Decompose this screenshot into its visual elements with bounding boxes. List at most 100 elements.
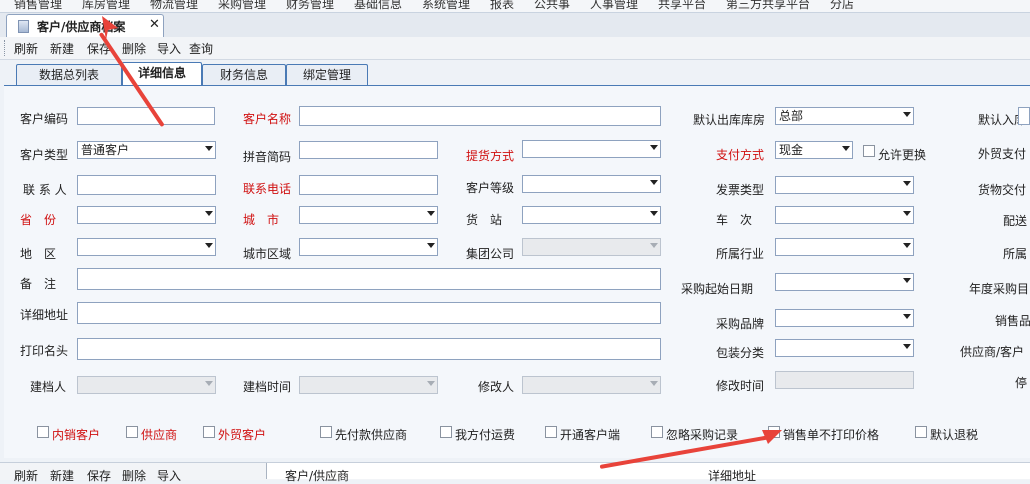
menu-item-purchase[interactable]: 采购管理 bbox=[218, 0, 266, 12]
open-client-checkbox[interactable] bbox=[545, 426, 557, 438]
customer-code-input[interactable] bbox=[77, 107, 215, 125]
customer-type-select[interactable]: 普通客户 bbox=[77, 141, 216, 159]
remark-label: 备 注 bbox=[20, 277, 57, 291]
owned-label: 所属 bbox=[1003, 247, 1028, 261]
supplier-customer-label: 供应商/客户 bbox=[960, 345, 1025, 359]
foreign-customer-checkbox[interactable] bbox=[203, 426, 215, 438]
menu-item-system[interactable]: 系统管理 bbox=[422, 0, 470, 12]
default-tax-refund-label: 默认退税 bbox=[930, 428, 979, 442]
stop-label: 停 bbox=[1015, 376, 1028, 390]
chevron-down-icon bbox=[903, 344, 911, 349]
modify-time-input bbox=[775, 371, 914, 389]
customer-type-label: 客户类型 bbox=[20, 148, 69, 162]
menu-item-logistics[interactable]: 物流管理 bbox=[150, 0, 198, 12]
delete-button[interactable]: 删除 bbox=[122, 40, 146, 57]
menu-item-third-party[interactable]: 第三方共享平台 bbox=[726, 0, 810, 12]
package-class-select[interactable] bbox=[775, 339, 914, 357]
pinyin-input[interactable] bbox=[299, 141, 438, 159]
station-select[interactable] bbox=[522, 206, 661, 224]
toolbar bbox=[0, 37, 1030, 60]
query-button[interactable]: 查询 bbox=[189, 40, 213, 57]
supplier-checkbox[interactable] bbox=[126, 426, 138, 438]
menu-item-branch[interactable]: 分店 bbox=[830, 0, 854, 12]
customer-level-select[interactable] bbox=[522, 175, 661, 193]
allow-change-checkbox[interactable] bbox=[863, 145, 875, 157]
we-pay-freight-checkbox[interactable] bbox=[440, 426, 452, 438]
grid-header-address[interactable]: 详细地址 bbox=[708, 467, 756, 484]
menu-item-share[interactable]: 共享平台 bbox=[658, 0, 706, 12]
bottom-import-button[interactable]: 导入 bbox=[157, 467, 181, 484]
city-area-select[interactable] bbox=[299, 238, 438, 256]
purchase-brand-label: 采购品牌 bbox=[716, 317, 765, 331]
address-input[interactable] bbox=[77, 302, 661, 324]
invoice-type-select[interactable] bbox=[775, 176, 914, 194]
remark-input[interactable] bbox=[77, 268, 661, 290]
area-label: 地 区 bbox=[20, 247, 57, 261]
grid-header-customer-supplier[interactable]: 客户/供应商 bbox=[285, 467, 349, 484]
invoice-type-label: 发票类型 bbox=[716, 183, 765, 197]
contact-label: 联 系 人 bbox=[23, 183, 67, 197]
document-tab[interactable]: 客户/供应商档案 ✕ bbox=[6, 14, 164, 37]
domestic-customer-checkbox[interactable] bbox=[37, 426, 49, 438]
close-icon[interactable]: ✕ bbox=[149, 17, 160, 32]
station-label: 货 站 bbox=[466, 213, 503, 227]
menu-item-finance[interactable]: 财务管理 bbox=[286, 0, 334, 12]
foreign-customer-label: 外贸客户 bbox=[218, 428, 267, 442]
bottom-new-button[interactable]: 新建 bbox=[50, 467, 74, 484]
menu-item-warehouse[interactable]: 库房管理 bbox=[82, 0, 130, 12]
industry-select[interactable] bbox=[775, 238, 914, 256]
domestic-customer-label: 内销客户 bbox=[52, 428, 101, 442]
pickup-method-select[interactable] bbox=[522, 140, 661, 158]
default-out-warehouse-select[interactable]: 总部 bbox=[775, 107, 914, 125]
contact-phone-label: 联系电话 bbox=[243, 182, 292, 196]
modifier-select bbox=[522, 376, 661, 394]
group-company-select bbox=[522, 238, 661, 256]
chevron-down-icon bbox=[903, 278, 911, 283]
default-in-warehouse-select[interactable] bbox=[1018, 107, 1030, 125]
menu-item-sales[interactable]: 销售管理 bbox=[14, 0, 62, 12]
contact-input[interactable] bbox=[77, 175, 216, 195]
province-label: 省 份 bbox=[20, 213, 57, 227]
chevron-down-icon bbox=[903, 243, 911, 248]
bottom-delete-button[interactable]: 删除 bbox=[122, 467, 146, 484]
goods-delivery-label: 货物交付 bbox=[978, 183, 1027, 197]
we-pay-freight-label: 我方付运费 bbox=[455, 428, 516, 442]
print-name-input[interactable] bbox=[77, 338, 661, 360]
area-select[interactable] bbox=[77, 238, 216, 256]
menu-item-hr[interactable]: 人事管理 bbox=[590, 0, 638, 12]
ignore-purchase-checkbox[interactable] bbox=[651, 426, 663, 438]
purchase-start-select[interactable] bbox=[775, 273, 914, 291]
purchase-brand-select[interactable] bbox=[775, 309, 914, 327]
bottom-save-button[interactable]: 保存 bbox=[87, 467, 111, 484]
menu-item-basic-info[interactable]: 基础信息 bbox=[354, 0, 402, 12]
city-select[interactable] bbox=[299, 206, 438, 224]
chevron-down-icon bbox=[650, 145, 658, 150]
chevron-down-icon bbox=[903, 314, 911, 319]
import-button[interactable]: 导入 bbox=[157, 40, 181, 57]
chevron-down-icon bbox=[842, 146, 850, 151]
print-name-label: 打印名头 bbox=[20, 344, 69, 358]
chevron-down-icon bbox=[650, 381, 658, 386]
menu-item-reports[interactable]: 报表 bbox=[490, 0, 514, 12]
default-tax-refund-checkbox[interactable] bbox=[915, 426, 927, 438]
menu-item-public[interactable]: 公共事 bbox=[534, 0, 570, 12]
new-button[interactable]: 新建 bbox=[50, 40, 74, 57]
chevron-down-icon bbox=[650, 211, 658, 216]
train-select[interactable] bbox=[775, 206, 914, 224]
prepay-supplier-checkbox[interactable] bbox=[320, 426, 332, 438]
refresh-button[interactable]: 刷新 bbox=[14, 40, 38, 57]
contact-phone-input[interactable] bbox=[299, 175, 438, 195]
customer-name-input[interactable] bbox=[299, 106, 661, 126]
default-out-warehouse-label: 默认出库库房 bbox=[693, 113, 766, 127]
pay-method-select[interactable]: 现金 bbox=[775, 141, 853, 159]
province-select[interactable] bbox=[77, 206, 216, 224]
chevron-down-icon bbox=[427, 211, 435, 216]
bottom-refresh-button[interactable]: 刷新 bbox=[14, 467, 38, 484]
tab-binding[interactable]: 绑定管理 bbox=[286, 64, 368, 85]
chevron-down-icon bbox=[205, 381, 213, 386]
annotation-arrow-head bbox=[102, 16, 118, 40]
default-out-warehouse-value: 总部 bbox=[779, 109, 804, 123]
tab-data-list[interactable]: 数据总列表 bbox=[16, 64, 122, 85]
tab-finance-info[interactable]: 财务信息 bbox=[202, 64, 286, 85]
chevron-down-icon bbox=[427, 243, 435, 248]
